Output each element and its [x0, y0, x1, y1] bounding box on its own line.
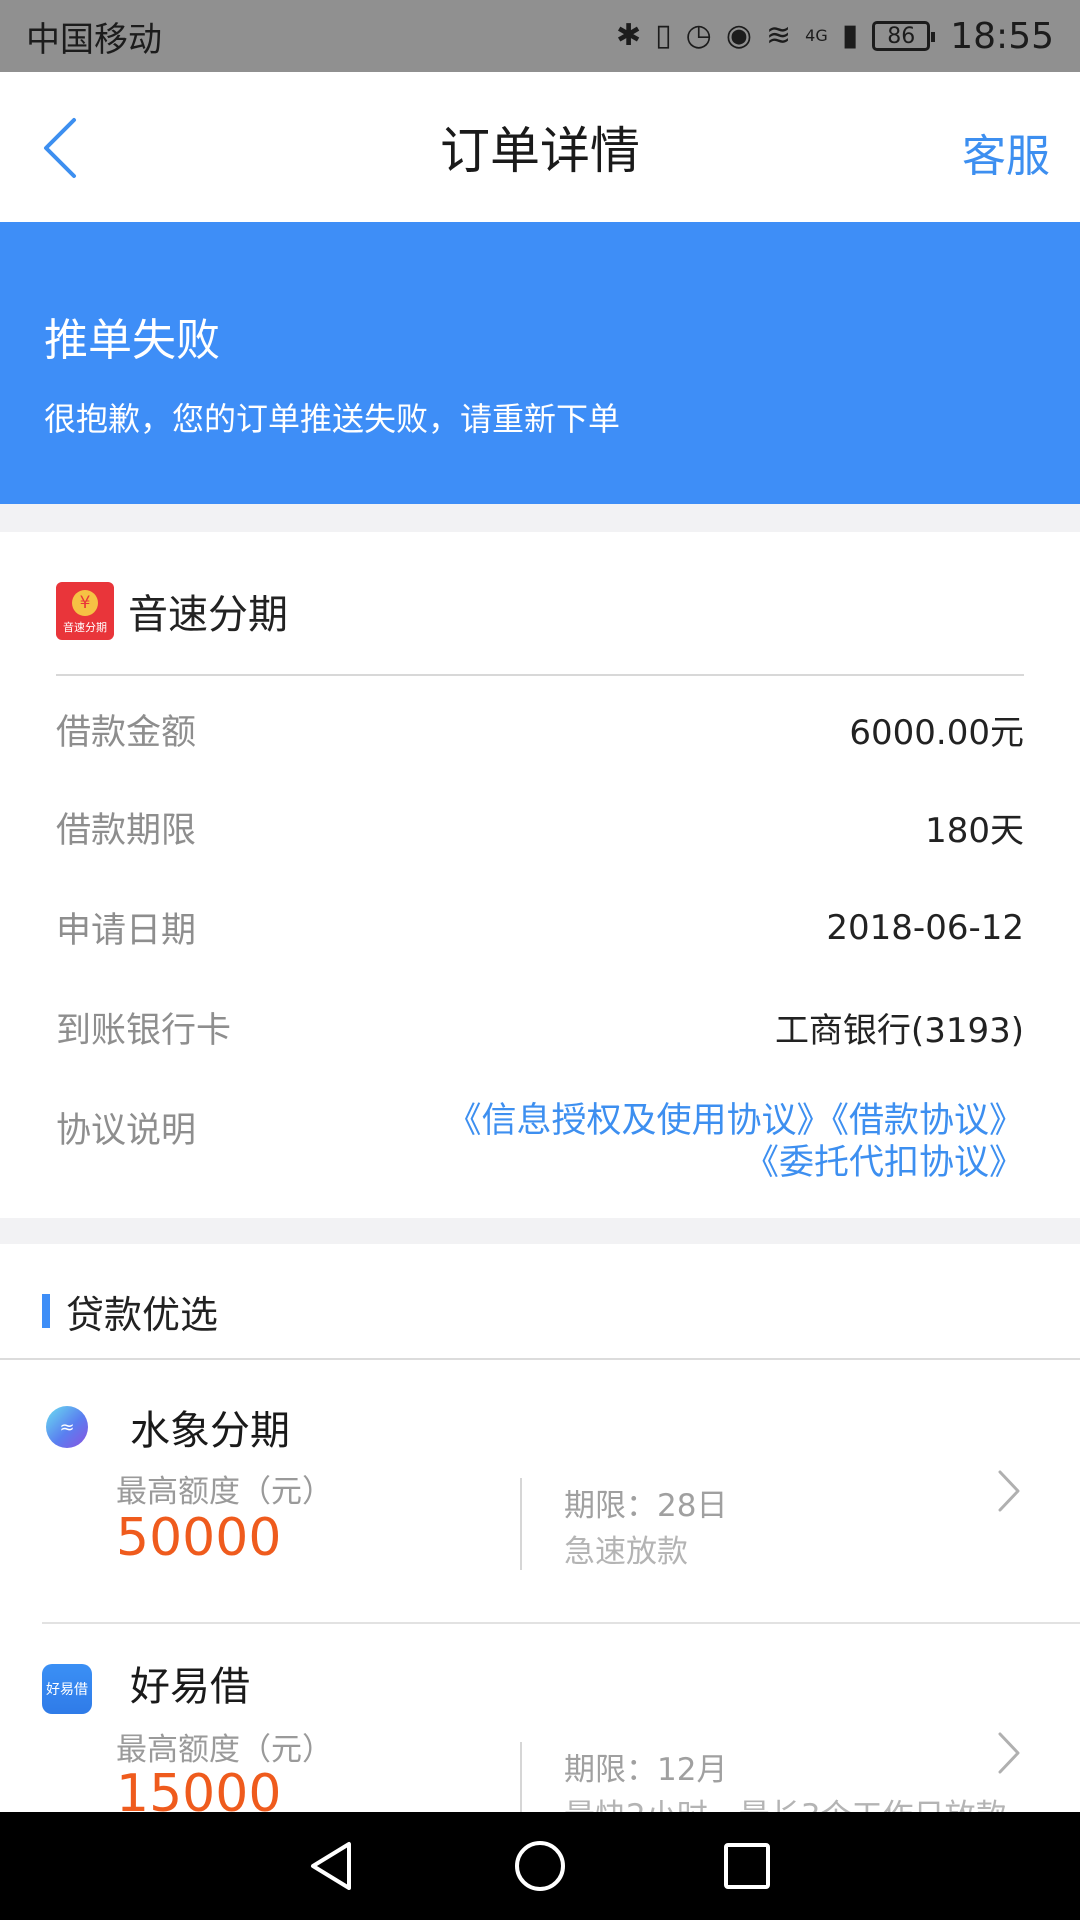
section-gap: [0, 504, 1080, 532]
network-type: 4G: [805, 26, 828, 45]
row-value: 180天: [925, 811, 1024, 851]
recommend-header: 贷款优选: [0, 1244, 1080, 1358]
page-title: 订单详情: [440, 122, 640, 180]
info-authorization-agreement-link[interactable]: 《信息授权及使用协议》: [446, 1101, 831, 1141]
eye-icon: ◉: [725, 18, 753, 53]
loan-agreement-link[interactable]: 《借款协议》: [831, 1101, 1024, 1141]
entrusted-deduction-agreement-link[interactable]: 《委托代扣协议》: [744, 1143, 1024, 1183]
recent-square-icon[interactable]: [717, 1836, 777, 1896]
signal-icon: ▮: [841, 18, 859, 53]
system-nav-bar: [0, 1812, 1080, 1920]
home-circle-icon[interactable]: [510, 1836, 570, 1896]
row-label: 借款期限: [56, 811, 197, 851]
divider: [56, 674, 1024, 676]
loan-name: 水象分期: [130, 1408, 290, 1454]
divider: [520, 1478, 522, 1570]
row-value: 2018-06-12: [826, 907, 1024, 948]
status-time: 18:55: [950, 15, 1054, 57]
status-bar: 中国移动 ✱ ▯ ◷ ◉ ≋ 4G ▮ 86 18:55: [0, 0, 1080, 72]
loan-term-row: 借款期限 180天: [56, 802, 1024, 853]
chevron-right-icon: [998, 1470, 1020, 1512]
limit-label: 最高额度（元）: [116, 1474, 333, 1510]
loan-term: 期限：28日: [564, 1488, 728, 1524]
loan-term: 期限：12月: [564, 1752, 728, 1788]
carrier-label: 中国移动: [26, 19, 162, 60]
banner-subtitle: 很抱歉，您的订单推送失败，请重新下单: [44, 400, 621, 438]
back-triangle-icon[interactable]: [303, 1836, 363, 1896]
screen: 中国移动 ✱ ▯ ◷ ◉ ≋ 4G ▮ 86 18:55 订单详情 客服 推单失…: [0, 0, 1080, 1920]
alarm-icon: ◷: [685, 18, 712, 53]
vibrate-icon: ▯: [655, 18, 672, 53]
yen-coin-icon: ¥: [72, 590, 98, 616]
loan-name: 好易借: [130, 1664, 250, 1710]
bank-card-row: 到账银行卡 工商银行(3193): [56, 1002, 1024, 1053]
row-label: 借款金额: [56, 713, 197, 753]
loan-amount-row: 借款金额 6000.00元: [56, 704, 1024, 755]
limit-label: 最高额度（元）: [116, 1732, 333, 1768]
section-marker: [42, 1294, 50, 1328]
wave-icon: ≈: [46, 1406, 88, 1448]
loan-item-shuixiang[interactable]: ≈ 水象分期 最高额度（元） 50000 期限：28日 急速放款: [0, 1360, 1080, 1622]
bluetooth-icon: ✱: [615, 18, 642, 53]
product-header: ¥ 音速分期 音速分期: [56, 582, 288, 640]
nav-bar: 订单详情 客服: [0, 72, 1080, 222]
recommend-title: 贷款优选: [66, 1293, 219, 1337]
wifi-icon: ≋: [766, 18, 792, 53]
product-logo: ¥ 音速分期: [56, 582, 114, 640]
agreement-links: 《信息授权及使用协议》《借款协议》 《委托代扣协议》: [446, 1100, 1024, 1184]
row-label: 到账银行卡: [56, 1011, 232, 1051]
chevron-right-icon: [998, 1732, 1020, 1774]
apply-date-row: 申请日期 2018-06-12: [56, 902, 1024, 953]
banner-title: 推单失败: [44, 315, 220, 366]
limit-value: 50000: [116, 1508, 282, 1568]
product-name: 音速分期: [128, 592, 288, 638]
loan-desc: 急速放款: [564, 1534, 688, 1570]
product-logo-text: 音速分期: [63, 621, 107, 634]
row-label: 协议说明: [56, 1111, 197, 1151]
haoyijie-logo-icon: 好易借: [42, 1664, 92, 1714]
row-label: 申请日期: [56, 911, 197, 951]
status-banner: 推单失败 很抱歉，您的订单推送失败，请重新下单: [0, 222, 1080, 504]
row-value: 6000.00元: [849, 713, 1024, 753]
section-gap: [0, 1218, 1080, 1244]
battery-icon: 86: [872, 21, 936, 51]
status-icons: ✱ ▯ ◷ ◉ ≋ 4G ▮ 86 18:55: [616, 16, 1054, 57]
order-card: ¥ 音速分期 音速分期 借款金额 6000.00元 借款期限 180天 申请日期…: [0, 532, 1080, 1218]
chevron-left-icon[interactable]: [40, 116, 80, 180]
customer-service-button[interactable]: 客服: [962, 120, 1050, 184]
row-value: 工商银行(3193): [774, 1011, 1024, 1051]
